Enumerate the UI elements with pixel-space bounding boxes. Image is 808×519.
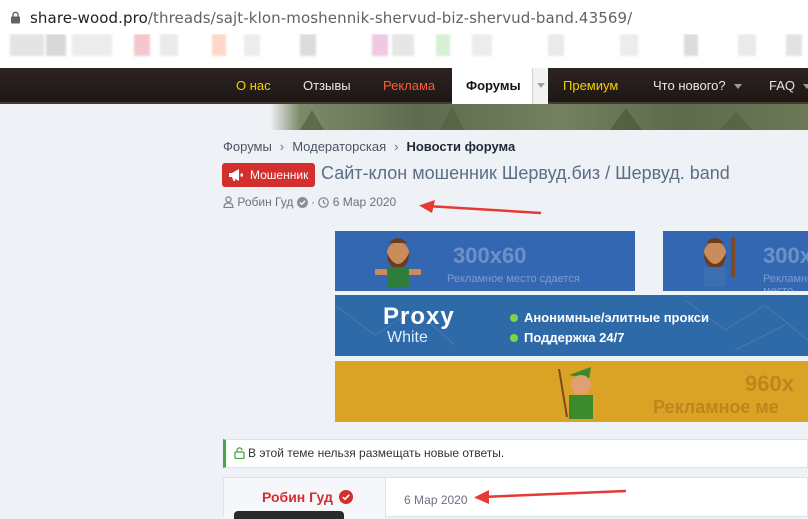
thread-title: Сайт-клон мошенник Шервуд.биз / Шервуд. … bbox=[321, 163, 730, 183]
post-username[interactable]: Робин Гуд bbox=[262, 489, 333, 505]
ad-size-label: 960x bbox=[745, 371, 794, 396]
clock-icon bbox=[318, 197, 330, 208]
header-forest-banner bbox=[0, 104, 808, 130]
ad-banner-proxywhite[interactable]: Proxy White Анонимные/элитные прокси Под… bbox=[335, 295, 808, 356]
proxy-brand: Proxy bbox=[383, 303, 455, 330]
unlock-icon bbox=[234, 447, 245, 460]
locked-notice-text: В этой теме нельзя размещать новые ответ… bbox=[248, 446, 505, 460]
meta-separator: · bbox=[311, 195, 316, 209]
robin-hood-mascot-icon bbox=[558, 367, 593, 419]
avatar[interactable] bbox=[234, 511, 344, 519]
thread-locked-notice: В этой теме нельзя размещать новые ответ… bbox=[223, 439, 808, 468]
breadcrumb-current[interactable]: Новости форума bbox=[406, 139, 515, 154]
thread-author[interactable]: Робин Гуд bbox=[237, 195, 293, 209]
proxy-brand-sub: White bbox=[387, 329, 428, 346]
nav-advertising-label: Реклама bbox=[383, 78, 436, 93]
thread-prefix-badge[interactable]: Мошенник bbox=[222, 163, 315, 187]
url-text[interactable]: share-wood.pro/threads/sajt-klon-moshenn… bbox=[30, 9, 632, 27]
chevron-down-icon bbox=[537, 83, 545, 88]
nav-item-premium[interactable]: Премиум bbox=[563, 68, 618, 104]
user-icon bbox=[223, 196, 234, 209]
thread-meta: Робин Гуд · 6 Мар 2020 bbox=[223, 195, 396, 209]
thread-date[interactable]: 6 Мар 2020 bbox=[333, 195, 397, 209]
ad-caption: Рекламное место сдается bbox=[447, 273, 580, 285]
chevron-down-icon bbox=[803, 84, 808, 90]
nav-reviews-label: Отзывы bbox=[303, 78, 351, 93]
nav-item-faq[interactable]: FAQ bbox=[769, 68, 808, 104]
verified-icon bbox=[296, 197, 308, 208]
nav-forums-label: Форумы bbox=[466, 78, 521, 93]
nav-item-reviews[interactable]: Отзывы bbox=[303, 68, 351, 104]
ad-size-label: 300x60 bbox=[453, 243, 527, 268]
lumberjack-mascot-icon bbox=[375, 238, 421, 287]
proxy-bullet: Анонимные/элитные прокси bbox=[510, 310, 709, 325]
ad-caption: Рекламное место bbox=[763, 273, 808, 291]
nav-whats-new-label: Что нового? bbox=[653, 78, 726, 93]
chevron-right-icon: › bbox=[279, 139, 285, 154]
url-host: share-wood.pro bbox=[30, 9, 148, 27]
ad-banner-300x60[interactable]: 300x60 Рекламное место сдается bbox=[335, 231, 635, 291]
thread-prefix-label: Мошенник bbox=[250, 168, 309, 182]
annotation-arrow-icon bbox=[474, 489, 627, 504]
url-path: /threads/sajt-klon-moshennik-shervud-biz… bbox=[147, 9, 633, 27]
chevron-right-icon: › bbox=[394, 139, 399, 154]
browser-address-bar[interactable]: share-wood.pro/threads/sajt-klon-moshenn… bbox=[0, 0, 808, 34]
ad-caption: Рекламное ме bbox=[653, 397, 779, 417]
blurred-bookmarks-bar bbox=[0, 34, 808, 68]
megaphone-icon bbox=[229, 169, 243, 181]
nav-item-forums[interactable]: Форумы bbox=[452, 68, 532, 104]
post-date[interactable]: 6 Мар 2020 bbox=[404, 493, 468, 507]
nav-item-advertising[interactable]: Реклама bbox=[383, 68, 435, 104]
breadcrumb: Форумы › Модераторская › Новости форума bbox=[223, 139, 515, 154]
chevron-down-icon bbox=[733, 84, 742, 90]
ad-banner-300x60-right[interactable]: 300x60 Рекламное место bbox=[663, 231, 808, 291]
breadcrumb-item[interactable]: Форумы bbox=[223, 139, 272, 154]
lock-icon bbox=[11, 11, 20, 24]
lumberjack-mascot-icon bbox=[704, 237, 735, 287]
nav-faq-label: FAQ bbox=[769, 78, 796, 93]
proxy-bullet: Поддержка 24/7 bbox=[510, 330, 624, 345]
nav-about-label: О нас bbox=[236, 78, 271, 93]
nav-forums-dropdown[interactable] bbox=[532, 68, 548, 104]
nav-item-about[interactable]: О нас bbox=[236, 68, 271, 104]
ad-size-label: 300x60 bbox=[763, 243, 808, 268]
ad-banner-960[interactable]: 960x Рекламное ме bbox=[335, 361, 808, 422]
verified-icon bbox=[339, 490, 353, 504]
annotation-arrow-icon bbox=[419, 200, 542, 215]
nav-premium-label: Премиум bbox=[563, 78, 619, 93]
post-user-panel: Робин Гуд bbox=[224, 478, 386, 519]
nav-item-whats-new[interactable]: Что нового? bbox=[653, 68, 742, 104]
breadcrumb-item[interactable]: Модераторская bbox=[292, 139, 386, 154]
forum-nav: О нас Отзывы Реклама Форумы Премиум Что … bbox=[0, 68, 808, 104]
